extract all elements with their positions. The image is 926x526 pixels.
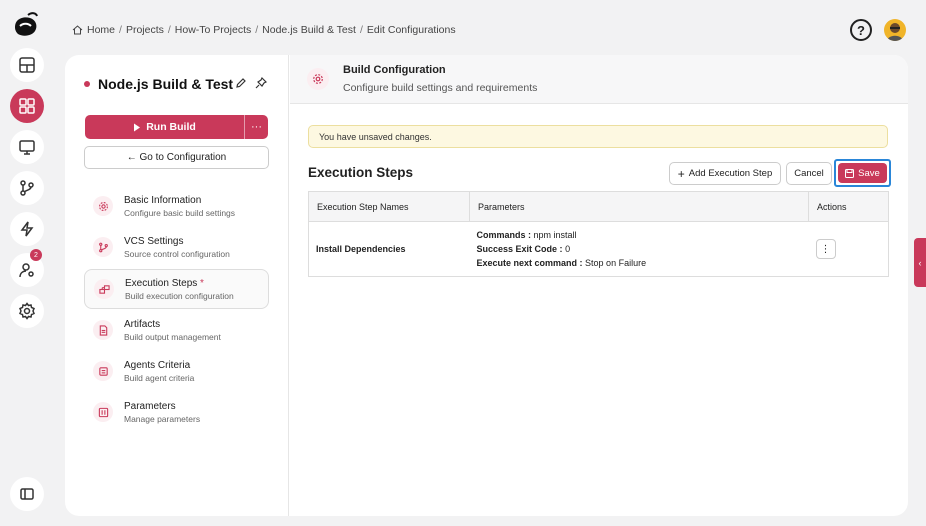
step-name-cell: Install Dependencies <box>316 244 406 254</box>
table-row: Install Dependencies Commands : npm inst… <box>309 222 889 277</box>
section-title: Execution Steps <box>308 165 414 180</box>
project-title: Node.js Build & Test <box>84 76 233 92</box>
breadcrumb-current: Edit Configurations <box>366 24 456 36</box>
help-icon[interactable]: ? <box>850 19 872 41</box>
param-value: npm install <box>533 230 577 240</box>
add-execution-step-label: Add Execution Step <box>688 168 773 179</box>
status-dot <box>84 81 90 87</box>
nav-item-title: Parameters <box>124 400 176 412</box>
config-sidebar: Node.js Build & Test Run Build ··· ← Go … <box>65 55 289 516</box>
floppy-disk-icon <box>845 168 855 178</box>
main-card: Node.js Build & Test Run Build ··· ← Go … <box>65 55 908 516</box>
param-label: Commands : <box>476 230 532 240</box>
projects-grid-icon[interactable] <box>10 89 44 123</box>
save-label: Save <box>858 167 880 179</box>
dashboard-icon[interactable] <box>10 48 44 82</box>
notification-badge: 2 <box>30 249 42 261</box>
edit-pencil-icon[interactable] <box>235 77 247 89</box>
user-settings-icon[interactable]: 2 <box>10 249 44 287</box>
add-execution-step-button[interactable]: + Add Execution Step <box>669 162 781 185</box>
monitor-icon[interactable] <box>10 130 44 164</box>
git-branch-icon[interactable] <box>10 171 44 205</box>
settings-gear-icon[interactable] <box>10 294 44 328</box>
breadcrumb-howto[interactable]: How-To Projects <box>175 24 251 36</box>
agent-icon <box>93 361 113 381</box>
nav-item-vcs-settings[interactable]: VCS Settings Source control configuratio… <box>84 227 269 267</box>
collapse-panel-tab[interactable]: ‹ <box>914 238 926 287</box>
breadcrumb-separator: / <box>167 24 171 36</box>
nav-item-title: Execution Steps <box>125 277 198 289</box>
param-value: 0 <box>565 244 571 254</box>
save-button-focus-ring: Save <box>834 159 891 187</box>
run-build-more-button[interactable]: ··· <box>244 115 268 139</box>
nav-item-subtitle: Manage parameters <box>124 413 201 424</box>
panel-header: Build Configuration Configure build sett… <box>290 55 908 104</box>
nav-item-parameters[interactable]: Parameters Manage parameters <box>84 392 269 432</box>
home-icon[interactable] <box>72 25 83 35</box>
nav-item-title: Basic Information <box>124 194 202 206</box>
breadcrumb-separator: / <box>119 24 122 36</box>
nav-item-subtitle: Configure basic build settings <box>124 207 236 218</box>
column-header-actions: Actions <box>808 191 889 222</box>
left-rail: 2 <box>0 0 52 526</box>
parameters-icon <box>93 402 113 422</box>
breadcrumb: Home / Projects / How-To Projects / Node… <box>72 24 456 36</box>
app-logo-icon[interactable] <box>11 10 41 40</box>
run-build-main[interactable]: Run Build <box>85 121 244 133</box>
document-icon <box>93 320 113 340</box>
cancel-button[interactable]: Cancel <box>786 162 832 185</box>
branch-icon <box>93 237 113 257</box>
unsaved-changes-banner: You have unsaved changes. <box>308 125 888 148</box>
step-actions-cell: ⋮ <box>809 222 889 277</box>
nav-item-subtitle: Build output management <box>124 331 221 342</box>
nav-item-execution-steps[interactable]: Execution Steps * Build execution config… <box>84 269 269 309</box>
plus-icon: + <box>677 166 685 181</box>
pin-icon[interactable] <box>255 77 267 89</box>
panel-subtitle: Configure build settings and requirement… <box>343 82 538 94</box>
save-button[interactable]: Save <box>838 163 887 183</box>
lightning-icon[interactable] <box>10 212 44 246</box>
nav-item-subtitle: Build agent criteria <box>124 372 195 383</box>
step-parameters-cell: Commands : npm install Success Exit Code… <box>470 222 809 277</box>
breadcrumb-home[interactable]: Home <box>87 24 115 36</box>
nav-item-subtitle: Source control configuration <box>124 248 230 259</box>
unsaved-star: * <box>200 277 204 289</box>
avatar[interactable] <box>884 19 906 41</box>
project-title-text: Node.js Build & Test <box>98 76 234 92</box>
breadcrumb-projects[interactable]: Projects <box>126 24 164 36</box>
nav-item-artifacts[interactable]: Artifacts Build output management <box>84 310 269 350</box>
nav-item-title: Artifacts <box>124 318 161 330</box>
execution-steps-table: Execution Step Names Parameters Actions … <box>308 191 889 277</box>
nav-item-agents-criteria[interactable]: Agents Criteria Build agent criteria <box>84 351 269 391</box>
panel-title: Build Configuration <box>343 64 446 76</box>
sidebar-toggle-icon[interactable] <box>10 477 44 511</box>
nav-item-title: VCS Settings <box>124 235 184 247</box>
nav-item-basic-information[interactable]: Basic Information Configure basic build … <box>84 186 269 226</box>
breadcrumb-separator: / <box>359 24 363 36</box>
column-header-step-names: Execution Step Names <box>308 191 470 222</box>
param-label: Execute next command : <box>476 258 583 268</box>
run-build-label: Run Build <box>146 121 196 133</box>
param-value: Stop on Failure <box>585 258 647 268</box>
gear-icon <box>93 196 113 216</box>
go-to-configuration-button[interactable]: ← Go to Configuration <box>84 146 269 169</box>
row-actions-button[interactable]: ⋮ <box>815 239 836 259</box>
column-header-parameters: Parameters <box>469 191 809 222</box>
play-icon <box>134 123 141 131</box>
chevron-left-icon: ‹ <box>918 257 922 268</box>
run-build-button[interactable]: Run Build ··· <box>85 115 268 139</box>
gear-icon <box>307 68 329 90</box>
breadcrumb-separator: / <box>255 24 259 36</box>
nav-item-title: Agents Criteria <box>124 359 191 371</box>
breadcrumb-build[interactable]: Node.js Build & Test <box>262 24 356 36</box>
steps-icon <box>94 279 114 299</box>
param-label: Success Exit Code : <box>476 244 563 254</box>
nav-item-subtitle: Build execution configuration <box>125 290 234 301</box>
